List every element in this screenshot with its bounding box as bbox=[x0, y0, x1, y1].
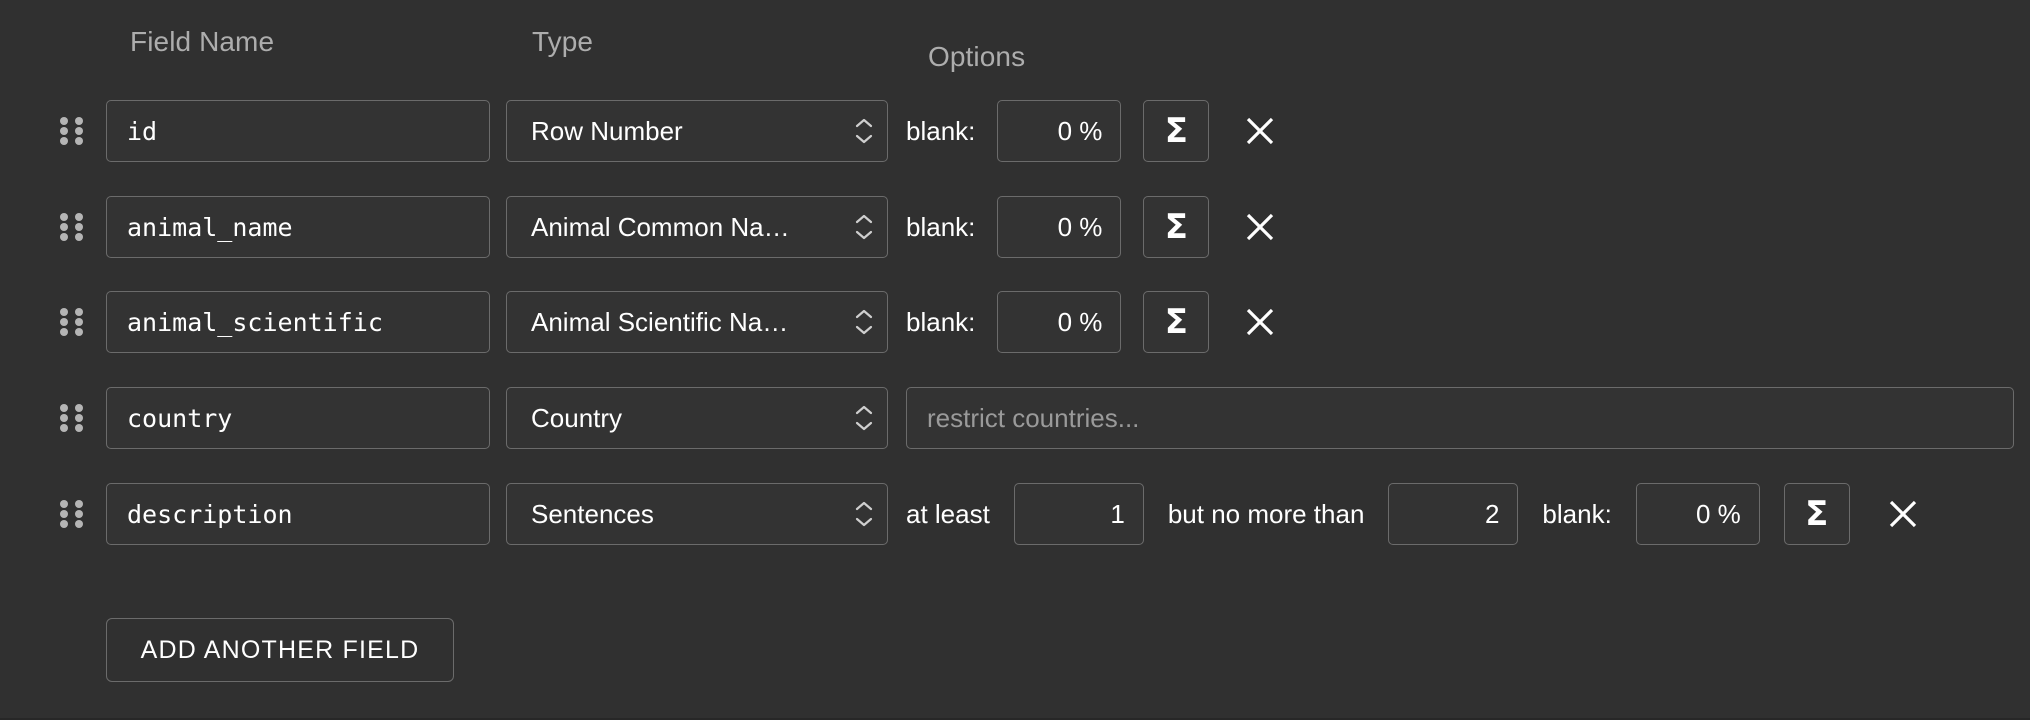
sigma-icon: Σ bbox=[1164, 111, 1188, 151]
remove-field-button[interactable] bbox=[1231, 198, 1289, 256]
sigma-button[interactable]: Σ bbox=[1143, 291, 1210, 353]
field-row: Animal Scientific Na… blank: Σ bbox=[0, 291, 2030, 353]
stepper-chevrons-icon bbox=[841, 405, 887, 431]
drag-handle-icon[interactable] bbox=[60, 307, 84, 337]
field-type-select[interactable]: Animal Common Na… bbox=[506, 196, 888, 258]
stepper-chevrons-icon bbox=[841, 118, 887, 144]
at-least-label: at least bbox=[906, 498, 990, 529]
but-no-more-than-label: but no more than bbox=[1167, 498, 1365, 529]
close-icon bbox=[1889, 500, 1916, 528]
field-options: at least but no more than blank: Σ bbox=[906, 483, 1932, 545]
blank-percent-input[interactable] bbox=[997, 196, 1122, 258]
field-row: Row Number blank: Σ bbox=[0, 100, 2030, 162]
field-row: Country bbox=[0, 387, 2030, 449]
drag-handle-icon[interactable] bbox=[60, 403, 84, 433]
sigma-icon: Σ bbox=[1805, 494, 1829, 534]
schema-builder: Field Name Type Options Row Number blank… bbox=[0, 0, 2030, 720]
drag-handle-icon[interactable] bbox=[60, 499, 84, 529]
blank-label: blank: bbox=[906, 306, 976, 337]
no-more-than-input[interactable] bbox=[1388, 483, 1519, 545]
drag-handle-icon[interactable] bbox=[60, 212, 84, 242]
blank-label: blank: bbox=[1542, 498, 1612, 529]
drag-handle-icon[interactable] bbox=[60, 116, 84, 146]
blank-label: blank: bbox=[906, 211, 976, 242]
field-type-value: Row Number bbox=[531, 115, 683, 146]
field-options: blank: Σ bbox=[906, 100, 1289, 162]
remove-field-button[interactable] bbox=[1231, 293, 1289, 351]
field-name-input[interactable] bbox=[106, 387, 490, 449]
field-options: blank: Σ bbox=[906, 291, 1289, 353]
field-type-value: Animal Common Na… bbox=[531, 211, 790, 242]
field-type-select[interactable]: Country bbox=[506, 387, 888, 449]
close-icon bbox=[1247, 213, 1274, 241]
field-type-value: Country bbox=[531, 402, 623, 433]
field-type-select[interactable]: Animal Scientific Na… bbox=[506, 291, 888, 353]
field-type-select[interactable]: Row Number bbox=[506, 100, 888, 162]
column-header-field-name: Field Name bbox=[130, 26, 275, 57]
sigma-button[interactable]: Σ bbox=[1143, 100, 1210, 162]
field-row: Animal Common Na… blank: Σ bbox=[0, 196, 2030, 258]
field-name-input[interactable] bbox=[106, 196, 490, 258]
column-header-options: Options bbox=[928, 41, 1026, 72]
stepper-chevrons-icon bbox=[841, 309, 887, 335]
sigma-button[interactable]: Σ bbox=[1143, 196, 1210, 258]
field-name-input[interactable] bbox=[106, 100, 490, 162]
at-least-input[interactable] bbox=[1013, 483, 1144, 545]
field-name-input[interactable] bbox=[106, 291, 490, 353]
field-type-value: Animal Scientific Na… bbox=[531, 306, 789, 337]
blank-percent-input[interactable] bbox=[1635, 483, 1760, 545]
field-options: blank: Σ bbox=[906, 196, 1289, 258]
field-row: Sentences at least but no more than blan… bbox=[0, 483, 2030, 545]
restrict-countries-input[interactable] bbox=[906, 387, 2014, 449]
remove-field-button[interactable] bbox=[1231, 102, 1289, 160]
column-header-row: Field Name Type Options bbox=[0, 26, 2030, 72]
blank-label: blank: bbox=[906, 115, 976, 146]
blank-percent-input[interactable] bbox=[997, 291, 1122, 353]
close-icon bbox=[1247, 117, 1274, 145]
field-type-select[interactable]: Sentences bbox=[506, 483, 888, 545]
blank-percent-input[interactable] bbox=[997, 100, 1122, 162]
stepper-chevrons-icon bbox=[841, 214, 887, 240]
close-icon bbox=[1247, 308, 1274, 336]
field-name-input[interactable] bbox=[106, 483, 490, 545]
column-header-type: Type bbox=[532, 26, 594, 57]
stepper-chevrons-icon bbox=[841, 501, 887, 527]
remove-field-button[interactable] bbox=[1874, 485, 1932, 543]
sigma-icon: Σ bbox=[1164, 207, 1188, 247]
sigma-button[interactable]: Σ bbox=[1783, 483, 1850, 545]
field-type-value: Sentences bbox=[531, 498, 654, 529]
sigma-icon: Σ bbox=[1164, 302, 1188, 342]
add-another-field-button[interactable]: ADD ANOTHER FIELD bbox=[106, 618, 454, 682]
